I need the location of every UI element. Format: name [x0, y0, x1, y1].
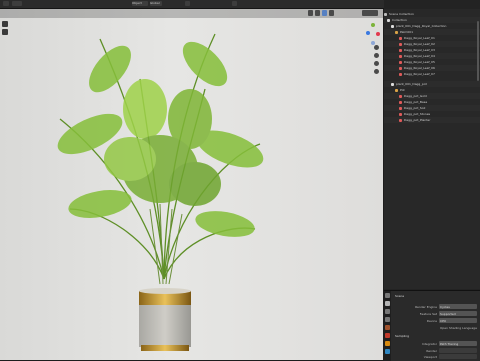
mesh-icon	[399, 106, 402, 110]
outliner-row-label[interactable]: Dagg_Royal_Leaf_01	[404, 36, 435, 40]
sampling-section-header[interactable]: Sampling	[395, 333, 409, 339]
outliner-row-label[interactable]: Palm001	[400, 30, 413, 34]
viewport-samples-label: Viewport	[423, 355, 437, 359]
integrator-dropdown[interactable]: Path Tracing	[439, 341, 477, 346]
scene-tab-icon[interactable]	[385, 325, 390, 330]
open-shading-checkbox[interactable]: Open Shading Language	[439, 325, 477, 330]
mesh-icon	[399, 72, 402, 76]
object-tab-icon[interactable]	[385, 341, 390, 346]
mesh-icon	[399, 112, 402, 116]
mesh-icon	[399, 66, 402, 70]
properties-section-title: Scene	[395, 294, 405, 298]
render-tab-icon[interactable]	[385, 301, 390, 306]
plant-render	[57, 33, 264, 351]
outliner-row-label[interactable]: Dagg_Royal_Leaf_02	[404, 42, 435, 46]
outliner-row-label[interactable]: Dagg_Royal_Leaf_06	[404, 66, 435, 70]
outliner-row-label[interactable]: Dagg_Royal_Leaf_05	[404, 60, 435, 64]
collection-icon	[391, 24, 394, 28]
mesh-icon	[399, 42, 402, 46]
outliner-row-label[interactable]: plant_001_Dagg_Royal_Collection	[396, 24, 446, 28]
empty-object-icon	[395, 30, 398, 34]
outliner-row-label[interactable]: Dagg_pot_Planter	[404, 118, 431, 122]
outliner-row-label[interactable]: Collection	[392, 18, 407, 22]
render-engine-label: Render Engine	[415, 305, 437, 309]
viewport-samples-field[interactable]	[439, 354, 477, 359]
material-tab-icon[interactable]	[385, 349, 390, 354]
planter-pot	[139, 288, 191, 351]
mesh-icon	[399, 54, 402, 58]
device-dropdown[interactable]: CPU	[439, 318, 477, 323]
mesh-icon	[399, 100, 402, 104]
mesh-icon	[399, 60, 402, 64]
snap-toggle[interactable]	[185, 1, 190, 6]
outliner-row-label[interactable]: Dagg_Royal_Leaf_03	[404, 48, 435, 52]
integrator-label: Integrator	[421, 342, 437, 346]
3d-viewport[interactable]	[0, 9, 383, 360]
collection-icon	[391, 82, 394, 86]
mesh-icon	[399, 48, 402, 52]
output-tab-icon[interactable]	[385, 309, 390, 314]
outliner-row-label[interactable]: Dagg_pot_Soil	[404, 106, 425, 110]
render-samples-field[interactable]	[439, 348, 477, 353]
outliner-row-label[interactable]: Dagg_pot_Stones	[404, 112, 430, 116]
mesh-icon	[399, 36, 402, 40]
outliner-row-label[interactable]: Pot	[400, 88, 405, 92]
outliner-row-label[interactable]: plant_001_Dagg_pot	[396, 82, 427, 86]
world-tab-icon[interactable]	[385, 333, 390, 338]
outliner-row-label[interactable]: Scene Collection	[389, 12, 414, 16]
view-layer-tab-icon[interactable]	[385, 317, 390, 322]
right-sidebar: Scene Collection Collection plant_001_Da…	[384, 0, 480, 361]
outliner-panel[interactable]: Scene Collection Collection plant_001_Da…	[384, 9, 480, 289]
outliner-scrollbar[interactable]	[477, 21, 479, 81]
render-engine-dropdown[interactable]: Cycles	[439, 304, 477, 309]
collection-icon	[387, 18, 390, 22]
outliner-row-label[interactable]: Dagg_pot_Gold	[404, 94, 427, 98]
feature-set-dropdown[interactable]: Supported	[439, 311, 477, 316]
properties-panel: Scene Render Engine Cycles Feature Set Sup…	[384, 290, 480, 361]
outliner-row-label[interactable]: Dagg_Royal_Leaf_04	[404, 54, 435, 58]
scene-collection-icon	[384, 12, 387, 16]
empty-object-icon	[395, 88, 398, 92]
device-label: Device	[426, 319, 437, 323]
proportional-edit-toggle[interactable]	[232, 1, 237, 6]
transform-orientation[interactable]: Global	[150, 1, 162, 6]
mesh-icon	[399, 94, 402, 98]
outliner-row-label[interactable]: Dagg_Royal_Leaf_07	[404, 72, 435, 76]
tool-tab-icon[interactable]	[385, 293, 390, 298]
editor-type-button[interactable]	[3, 1, 9, 6]
mode-selector[interactable]: Object	[132, 1, 148, 6]
outliner-row-label[interactable]: Dagg_pot_Base	[404, 100, 427, 104]
menu-view[interactable]	[12, 1, 22, 6]
mesh-icon	[399, 118, 402, 122]
properties-tabs	[384, 291, 391, 361]
feature-set-label: Feature Set	[419, 312, 437, 316]
